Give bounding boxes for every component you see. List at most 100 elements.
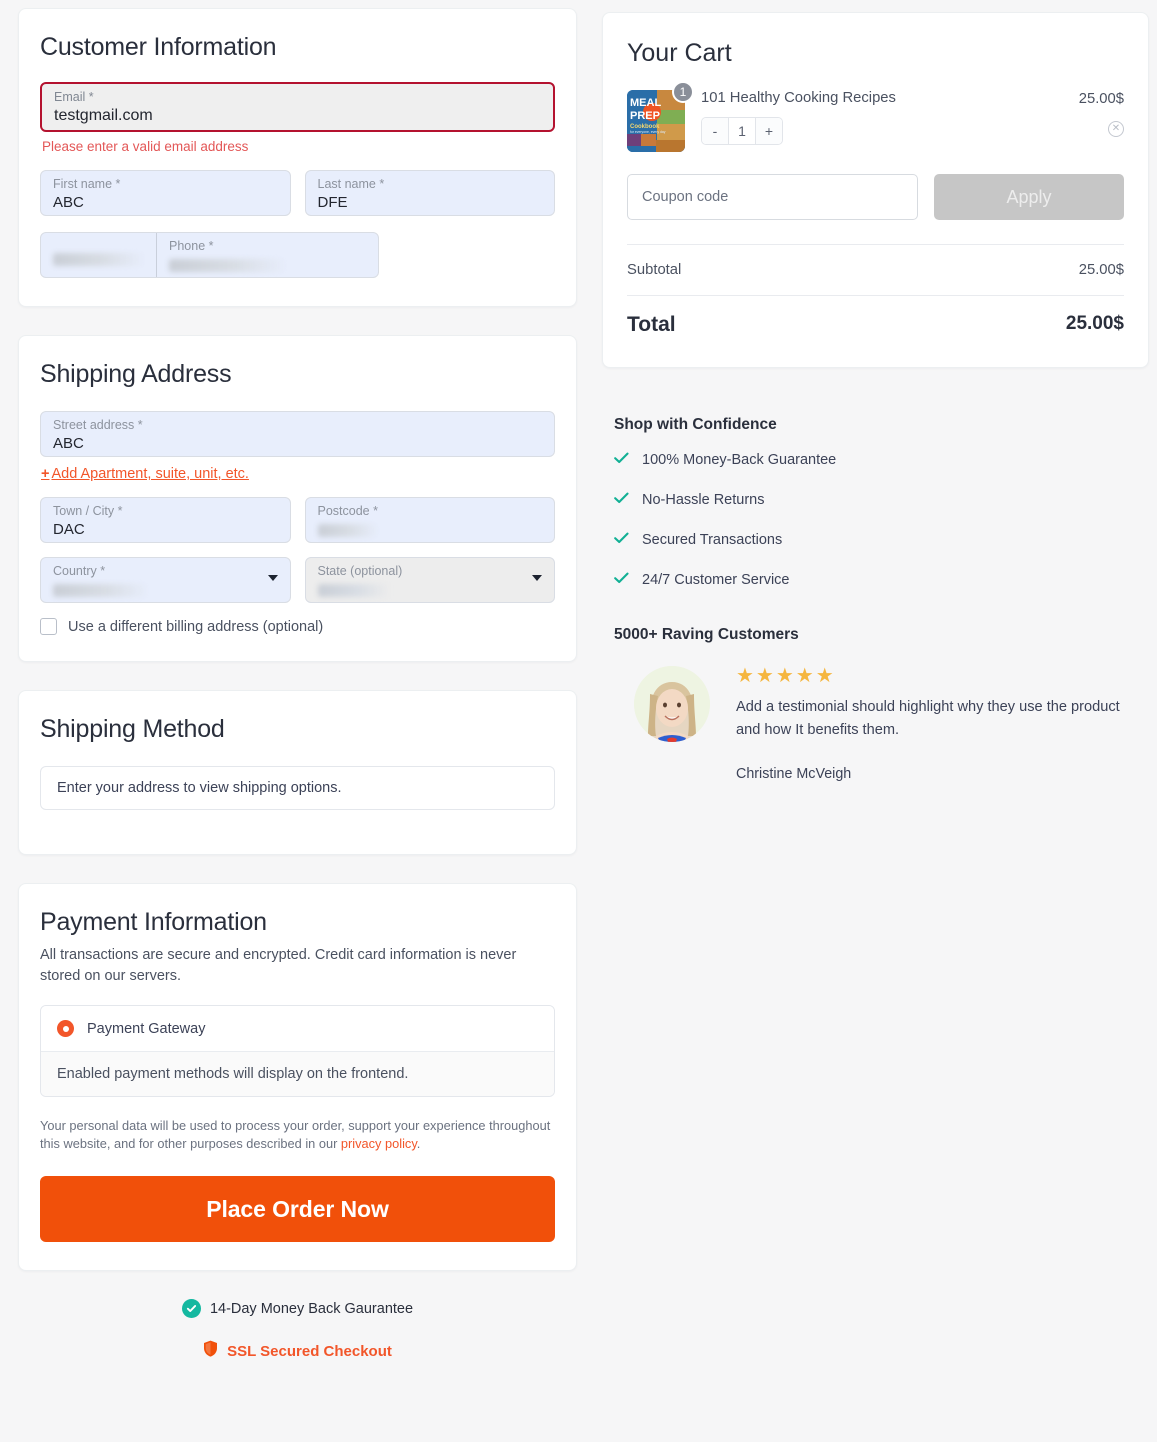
phone-country-code-value [53,253,145,266]
cart-item-name: 101 Healthy Cooking Recipes [701,90,896,106]
email-value: testgmail.com [54,107,153,124]
radio-selected-icon[interactable] [57,1020,74,1037]
postcode-field[interactable]: Postcode * [304,497,555,543]
ssl-badge: SSL Secured Checkout [18,1340,577,1362]
state-label: State (optional) [317,564,403,578]
confidence-item: 100% Money-Back Guarantee [614,452,1145,468]
shop-with-confidence-block: Shop with Confidence 100% Money-Back Gua… [602,416,1149,588]
confidence-item-label: Secured Transactions [642,532,783,548]
check-icon [614,452,629,468]
customer-information-card: Customer Information Email * testgmail.c… [18,8,577,307]
ssl-label: SSL Secured Checkout [227,1342,392,1360]
payment-gateway-option[interactable]: Payment Gateway [41,1006,554,1051]
city-label: Town / City * [53,504,123,518]
phone-field[interactable]: Phone * [40,232,379,278]
total-value: 25.00$ [1065,313,1124,334]
confidence-list: 100% Money-Back Guarantee No-Hassle Retu… [614,452,1145,588]
billing-address-checkbox[interactable] [40,618,57,635]
payment-gateway-label: Payment Gateway [87,1020,206,1037]
payment-security-note: All transactions are secure and encrypte… [40,947,517,984]
quantity-value[interactable]: 1 [728,118,756,144]
phone-number-input[interactable]: Phone * [157,233,378,277]
subtotal-value: 25.00$ [1078,262,1124,278]
email-error-message: Please enter a valid email address [42,139,249,154]
postcode-label: Postcode * [317,504,378,518]
confidence-item-label: No-Hassle Returns [642,492,765,508]
coupon-input[interactable] [627,174,918,220]
apply-coupon-button[interactable]: Apply [934,174,1124,220]
street-address-field[interactable]: Street address * ABC [40,411,555,457]
add-apartment-link[interactable]: + Add Apartment, suite, unit, etc. [41,466,249,482]
testimonial-heading: 5000+ Raving Customers [614,626,799,643]
state-select[interactable]: State (optional) [304,557,555,603]
payment-information-card: Payment Information All transactions are… [18,883,577,1271]
payment-methods-group: Payment Gateway Enabled payment methods … [40,1005,555,1097]
phone-country-code-selector[interactable] [41,233,157,277]
confidence-item: 24/7 Customer Service [614,572,1145,588]
svg-text:for everyone, every day: for everyone, every day [630,130,666,134]
country-select[interactable]: Country * [40,557,291,603]
cart-item-right: 25.00$ ✕ [1079,90,1124,152]
privacy-notice-pre: Your personal data will be used to proce… [40,1118,551,1151]
shipping-address-title: Shipping Address [40,360,232,388]
billing-address-checkbox-row[interactable]: Use a different billing address (optiona… [40,618,555,635]
cart-item-thumbnail-wrap: MEAL PREP Cookbook for everyone, every d… [627,81,694,152]
shop-with-confidence-heading: Shop with Confidence [614,416,777,433]
street-address-label: Street address * [53,418,143,432]
place-order-button[interactable]: Place Order Now [40,1176,555,1242]
checkout-sidebar-column: Your Cart MEAL PREP Cookbook for everyon… [602,8,1149,1442]
last-name-field[interactable]: Last name * DFE [304,170,555,216]
email-label: Email * [54,90,94,104]
first-name-field[interactable]: First name * ABC [40,170,291,216]
testimonial-card: ★★★★★ Add a testimonial should highlight… [634,666,1145,782]
chevron-down-icon [532,575,542,581]
country-value [53,584,149,598]
cart-item-details: 101 Healthy Cooking Recipes - 1 + [701,90,1063,152]
subtotal-row: Subtotal 25.00$ [627,245,1124,295]
shipping-method-card: Shipping Method Enter your address to vi… [18,690,577,855]
last-name-value: DFE [317,194,348,211]
remove-item-button[interactable]: ✕ [1108,121,1124,137]
testimonial-block: 5000+ Raving Customers ★★★★★ Add a testi… [602,626,1149,782]
confidence-item-label: 24/7 Customer Service [642,572,790,588]
first-name-value: ABC [53,194,84,211]
confidence-item-label: 100% Money-Back Guarantee [642,452,837,468]
first-name-label: First name * [53,177,121,191]
cart-item-price: 25.00$ [1078,91,1124,107]
confidence-item: Secured Transactions [614,532,1145,548]
cart-item-quantity-badge: 1 [672,81,694,103]
last-name-label: Last name * [317,177,385,191]
shipping-method-empty-box: Enter your address to view shipping opti… [40,766,555,810]
payment-gateway-description: Enabled payment methods will display on … [41,1051,554,1096]
testimonial-author: Christine McVeigh [736,766,852,782]
testimonial-content: ★★★★★ Add a testimonial should highlight… [736,666,1136,782]
phone-value [169,259,287,273]
email-field[interactable]: Email * testgmail.com [40,82,555,132]
add-apartment-label: Add Apartment, suite, unit, etc. [51,466,249,482]
privacy-policy-link[interactable]: privacy policy [341,1136,417,1151]
payment-information-title: Payment Information [40,908,267,936]
check-icon [614,532,629,548]
billing-address-label: Use a different billing address (optiona… [68,618,324,635]
check-icon [614,572,629,588]
money-back-badge: 14-Day Money Back Gaurantee [18,1299,577,1318]
city-value: DAC [53,521,85,538]
customer-information-title: Customer Information [40,33,277,61]
money-back-label: 14-Day Money Back Gaurantee [209,1300,414,1317]
shipping-address-card: Shipping Address Street address * ABC + A… [18,335,577,662]
svg-text:MEAL: MEAL [630,97,661,109]
cart-card: Your Cart MEAL PREP Cookbook for everyon… [602,12,1149,368]
subtotal-label: Subtotal [627,262,682,278]
privacy-notice-post: . [416,1136,421,1151]
city-field[interactable]: Town / City * DAC [40,497,291,543]
postcode-value [317,524,378,538]
quantity-stepper[interactable]: - 1 + [701,117,783,145]
quantity-decrease-button[interactable]: - [702,118,728,144]
cart-title: Your Cart [627,39,732,67]
confidence-item: No-Hassle Returns [614,492,1145,508]
coupon-row: Apply [627,174,1124,220]
total-label: Total [627,313,676,336]
quantity-increase-button[interactable]: + [756,118,782,144]
plus-icon: + [41,466,50,482]
checkout-page: Customer Information Email * testgmail.c… [0,0,1157,1442]
